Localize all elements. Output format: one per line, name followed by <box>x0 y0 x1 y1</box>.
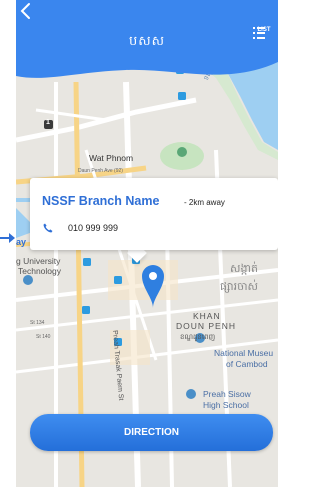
map-label-sangkat: សង្កាត់ <box>230 263 258 275</box>
poi-marker <box>23 275 33 285</box>
map-label-of-cambod: of Cambod <box>226 359 268 369</box>
app-header: បសស LIST <box>16 0 278 82</box>
map-label-psar-chas: ផ្សារចាស់ <box>220 281 259 293</box>
poi-marker <box>177 147 187 157</box>
page-title: បសស <box>128 33 165 48</box>
map-label-daun-penh-ave: Daun Penh Ave (92) <box>78 168 123 174</box>
map-label-st-140: St 140 <box>36 334 51 340</box>
list-button[interactable]: LIST <box>252 26 276 58</box>
branch-info-card[interactable]: NSSF Branch Name - 2km away 010 999 999 <box>30 178 278 250</box>
transit-marker <box>83 258 91 266</box>
screen: Wat Phnom Daun Penh Ave (92) ay g Univer… <box>0 0 278 487</box>
map-label-doun-penh-khmer: ខណ្ឌដូនពេញ <box>180 334 216 341</box>
map-label-national-museum: National Museu <box>214 348 274 358</box>
app-frame: Wat Phnom Daun Penh Ave (92) ay g Univer… <box>16 0 278 487</box>
chevron-left-icon[interactable] <box>16 0 36 22</box>
arrow-right-icon <box>0 233 15 243</box>
branch-name: NSSF Branch Name <box>42 194 160 208</box>
map-label-technology: Technology <box>18 266 62 276</box>
direction-button[interactable]: DIRECTION <box>30 414 273 451</box>
branch-distance: - 2km away <box>184 198 225 207</box>
transit-marker <box>178 92 186 100</box>
map-label-high-school: High School <box>203 400 249 410</box>
phone-number[interactable]: 010 999 999 <box>68 223 118 233</box>
list-icon <box>253 27 265 39</box>
map-label-doun-penh: DOUN PENH <box>176 321 237 331</box>
transit-marker <box>114 276 122 284</box>
map-label-university: g University <box>16 256 61 266</box>
poi-marker <box>186 389 196 399</box>
map-label-wat-phnom: Wat Phnom <box>89 153 134 163</box>
phone-icon <box>43 223 53 233</box>
map-label-ay: ay <box>16 237 27 247</box>
transit-marker <box>82 306 90 314</box>
map-label-khan: KHAN <box>193 311 221 321</box>
map-label-preah-sisowath: Preah Sisow <box>203 389 251 399</box>
map-label-st-134: St 134 <box>30 320 45 326</box>
map-label-route-1: 1 <box>46 119 50 126</box>
